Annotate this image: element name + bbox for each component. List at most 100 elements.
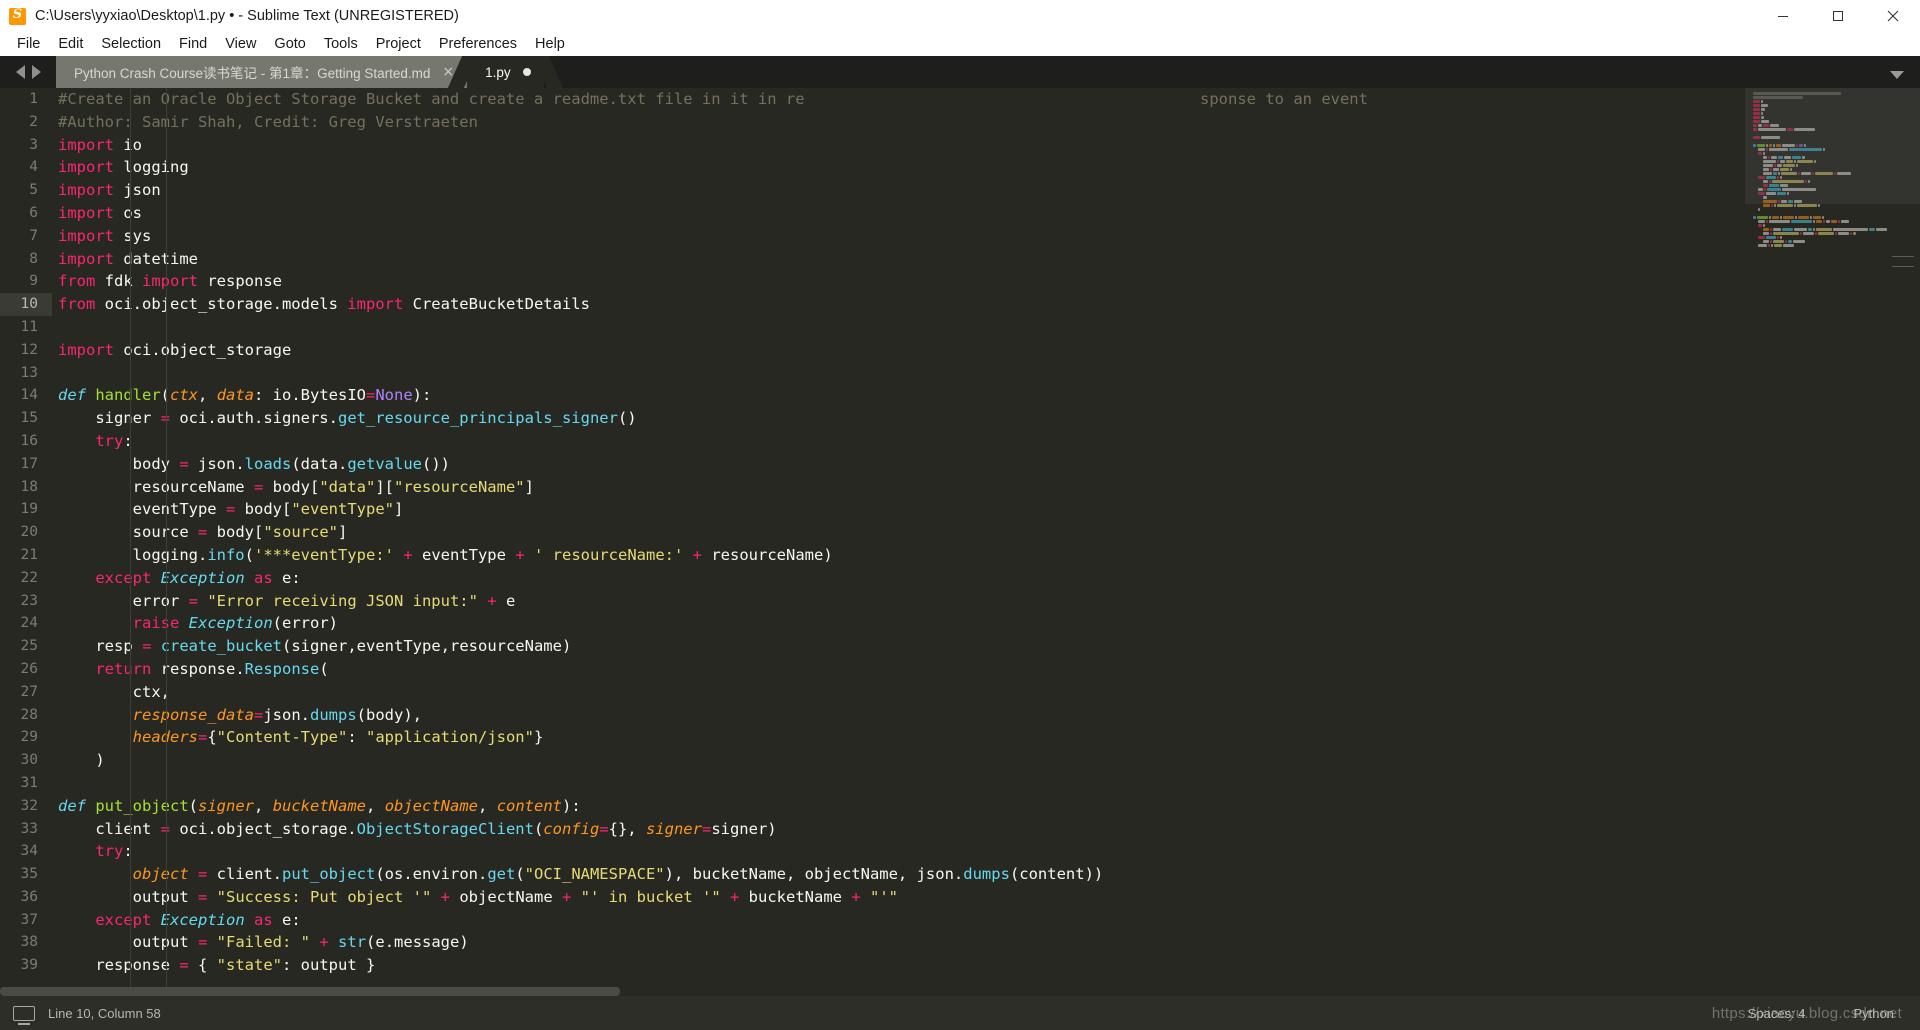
code-line[interactable]: 25 resp = create_bucket(signer,eventType… — [0, 635, 1745, 658]
code-line[interactable]: 19 eventType = body["eventType"] — [0, 498, 1745, 521]
code-token: logging — [114, 158, 189, 177]
line-number: 30 — [20, 752, 38, 769]
code-line[interactable]: 22 except Exception as e: — [0, 567, 1745, 590]
code-token: #Create an Oracle Object Storage Bucket … — [58, 90, 805, 108]
code-line[interactable]: 35 object = client.put_object(os.environ… — [0, 863, 1745, 886]
code-line[interactable]: 32 def put_object(signer, bucketName, obj… — [0, 795, 1745, 818]
menu-item-selection[interactable]: Selection — [92, 34, 170, 54]
menu-item-goto[interactable]: Goto — [265, 34, 314, 54]
code-line[interactable]: 23 error = "Error receiving JSON input:"… — [0, 590, 1745, 613]
code-token: (signer,eventType,resourceName) — [282, 637, 572, 656]
code-pane[interactable]: 1 #Create an Oracle Object Storage Bucket… — [0, 88, 1745, 996]
code-token: info — [207, 545, 245, 564]
minimize-button[interactable] — [1755, 0, 1810, 32]
next-tab-arrow-icon[interactable] — [31, 65, 41, 79]
code-line[interactable]: 4 import logging — [0, 156, 1745, 179]
line-number: 8 — [29, 250, 38, 267]
code-line[interactable]: 24 raise Exception(error) — [0, 612, 1745, 635]
code-token: import — [58, 135, 114, 154]
code-text: import datetime — [52, 248, 198, 271]
code-line[interactable]: 13 — [0, 362, 1745, 385]
code-line[interactable]: 1 #Create an Oracle Object Storage Bucket… — [0, 88, 1745, 111]
code-token: content — [496, 796, 563, 815]
code-line[interactable]: 5 import json — [0, 179, 1745, 202]
code-line[interactable]: 11 — [0, 316, 1745, 339]
code-line[interactable]: 2 #Author: Samir Shah, Credit: Greg Verst… — [0, 111, 1745, 134]
code-token: = — [197, 523, 208, 542]
tab-inactive[interactable]: Python Crash Course读书笔记 - 第1章：Getting St… — [56, 56, 486, 88]
code-line[interactable]: 37 except Exception as e: — [0, 909, 1745, 932]
code-token: objectName — [450, 887, 562, 906]
menu-item-tools[interactable]: Tools — [315, 34, 367, 54]
code-line[interactable]: 14 def handler(ctx, data: io.BytesIO=None… — [0, 384, 1745, 407]
tab-list-caret-icon[interactable] — [1890, 71, 1904, 79]
cursor-position[interactable]: Line 10, Column 58 — [48, 1006, 161, 1021]
code-line[interactable]: 8 import datetime — [0, 248, 1745, 271]
menu-item-edit[interactable]: Edit — [49, 34, 92, 54]
code-line[interactable]: 21 logging.info('***eventType:' + eventT… — [0, 544, 1745, 567]
prev-tab-arrow-icon[interactable] — [15, 65, 25, 79]
code-token: ObjectStorageClient — [356, 819, 534, 838]
code-line[interactable]: 9 from fdk import response — [0, 270, 1745, 293]
code-line[interactable]: 6 import os — [0, 202, 1745, 225]
code-line[interactable]: 36 output = "Success: Put object '" + ob… — [0, 886, 1745, 909]
code-token: ( — [515, 865, 525, 884]
code-line[interactable]: 20 source = body["source"] — [0, 521, 1745, 544]
code-line[interactable]: 3 import io — [0, 134, 1745, 157]
code-line[interactable]: 29 headers={"Content-Type": "application… — [0, 726, 1745, 749]
menu-item-preferences[interactable]: Preferences — [430, 34, 526, 54]
code-token: = — [197, 887, 208, 906]
code-token: signer — [645, 819, 702, 838]
tab-active[interactable]: 1.py — [447, 56, 563, 88]
menu-item-file[interactable]: File — [8, 34, 49, 54]
code-line[interactable]: 18 resourceName = body["data"]["resource… — [0, 476, 1745, 499]
code-line[interactable]: 16 try: — [0, 430, 1745, 453]
code-line[interactable]: 39 response = { "state": output } — [0, 954, 1745, 977]
code-token: import — [58, 158, 114, 177]
code-line[interactable]: 7 import sys — [0, 225, 1745, 248]
maximize-button[interactable] — [1810, 0, 1865, 32]
code-line[interactable]: 12 import oci.object_storage — [0, 339, 1745, 362]
code-token: put_object — [282, 865, 376, 884]
code-line[interactable]: 10 from oci.object_storage.models import … — [0, 293, 1745, 316]
code-line[interactable]: 28 response_data=json.dumps(body), — [0, 704, 1745, 727]
code-line[interactable]: 30 ) — [0, 749, 1745, 772]
menu-item-project[interactable]: Project — [367, 34, 430, 54]
menu-item-find[interactable]: Find — [170, 34, 216, 54]
code-line[interactable]: 38 output = "Failed: " + str(e.message) — [0, 931, 1745, 954]
code-line[interactable]: 17 body = json.loads(data.getvalue()) — [0, 453, 1745, 476]
code-line[interactable]: 31 — [0, 772, 1745, 795]
code-line[interactable]: 33 client = oci.object_storage.ObjectSto… — [0, 818, 1745, 841]
code-text: logging.info('***eventType:' + eventType… — [52, 544, 833, 567]
code-text: response = { "state": output } — [52, 954, 375, 977]
menu-item-help[interactable]: Help — [526, 34, 574, 54]
code-text: headers={"Content-Type": "application/js… — [52, 726, 544, 749]
code-token: handler — [95, 386, 161, 405]
horizontal-scrollbar[interactable] — [0, 987, 620, 996]
tab-dirty-indicator[interactable] — [522, 68, 531, 76]
code-token: (error) — [272, 614, 338, 633]
close-button[interactable] — [1865, 0, 1920, 32]
code-line[interactable]: 26 return response.Response( — [0, 658, 1745, 681]
code-token: = — [179, 454, 189, 473]
menu-item-view[interactable]: View — [216, 34, 265, 54]
code-line[interactable]: 15 signer = oci.auth.signers.get_resourc… — [0, 407, 1745, 430]
code-token: body — [58, 454, 180, 473]
indentation-setting[interactable]: Spaces: 4 — [1748, 1006, 1806, 1021]
line-number: 16 — [20, 432, 38, 449]
code-line[interactable]: 27 ctx, — [0, 681, 1745, 704]
code-token: config — [543, 819, 600, 838]
code-text: def put_object(signer, bucketName, objec… — [52, 795, 581, 818]
code-text: response_data=json.dumps(body), — [52, 704, 422, 727]
code-text: except Exception as e: — [52, 567, 300, 590]
code-token: : — [123, 842, 133, 861]
code-token: = — [179, 956, 189, 975]
code-line[interactable]: 34 try: — [0, 840, 1745, 863]
code-token: "'" — [870, 887, 899, 906]
minimap[interactable] — [1745, 88, 1920, 996]
syntax-setting[interactable]: Python — [1854, 1006, 1894, 1021]
